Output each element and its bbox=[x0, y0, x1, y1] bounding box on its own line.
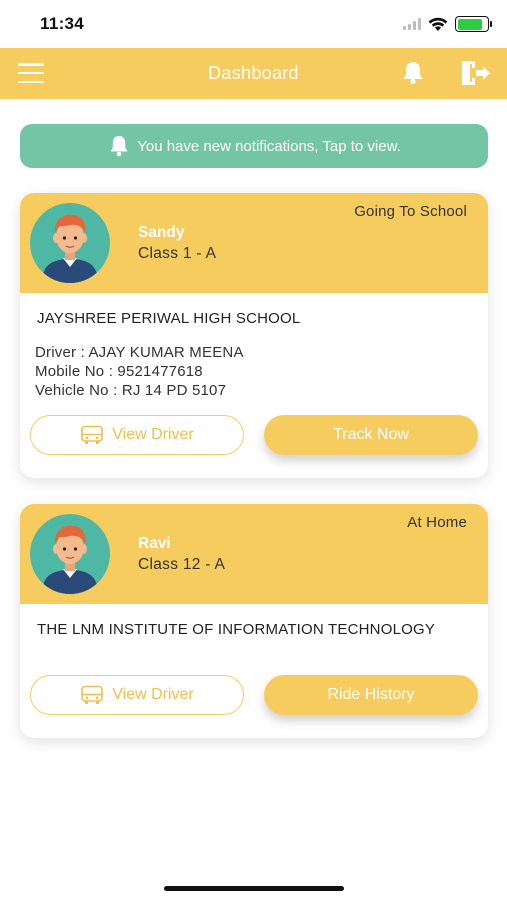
student-card-header: Ravi Class 12 - A At Home bbox=[20, 504, 488, 604]
bell-icon bbox=[110, 136, 128, 157]
logout-icon[interactable] bbox=[460, 60, 492, 86]
student-name: Sandy bbox=[138, 224, 185, 241]
avatar bbox=[30, 514, 110, 594]
battery-level-fill bbox=[457, 18, 483, 30]
battery-charging-icon bbox=[455, 16, 492, 32]
view-driver-label: View Driver bbox=[112, 686, 194, 703]
view-driver-button[interactable]: View Driver bbox=[30, 415, 244, 455]
bell-icon[interactable] bbox=[400, 60, 426, 86]
page-title: Dashboard bbox=[208, 63, 299, 83]
student-card-header: Sandy Class 1 - A Going To School bbox=[20, 193, 488, 293]
vehicle-number: Vehicle No : RJ 14 PD 5107 bbox=[35, 382, 227, 399]
notification-banner[interactable]: You have new notifications, Tap to view. bbox=[20, 124, 488, 168]
driver-mobile: Mobile No : 9521477618 bbox=[35, 363, 203, 380]
track-now-button[interactable]: Track Now bbox=[264, 415, 478, 455]
student-card: Ravi Class 12 - A At Home THE LNM INSTIT… bbox=[20, 504, 488, 738]
signal-icon bbox=[403, 18, 421, 30]
notification-text: You have new notifications, Tap to view. bbox=[137, 137, 401, 155]
home-indicator bbox=[164, 886, 344, 891]
student-card: Sandy Class 1 - A Going To School JAYSHR… bbox=[20, 193, 488, 478]
bus-icon bbox=[81, 685, 104, 704]
driver-name: Driver : AJAY KUMAR MEENA bbox=[35, 344, 244, 361]
app-header: Dashboard bbox=[0, 48, 507, 99]
student-name: Ravi bbox=[138, 535, 171, 552]
status-bar: 11:34 bbox=[0, 0, 507, 48]
view-driver-label: View Driver bbox=[112, 426, 194, 443]
bus-icon bbox=[81, 425, 104, 444]
status-icons bbox=[403, 16, 492, 32]
school-name: JAYSHREE PERIWAL HIGH SCHOOL bbox=[37, 310, 301, 327]
status-badge: Going To School bbox=[354, 203, 467, 220]
status-time: 11:34 bbox=[40, 14, 85, 33]
avatar bbox=[30, 203, 110, 283]
view-driver-button[interactable]: View Driver bbox=[30, 675, 244, 715]
student-class: Class 1 - A bbox=[138, 245, 217, 262]
school-name: THE LNM INSTITUTE OF INFORMATION TECHNOL… bbox=[37, 621, 436, 638]
status-badge: At Home bbox=[407, 514, 467, 531]
ride-history-button[interactable]: Ride History bbox=[264, 675, 478, 715]
wifi-icon bbox=[428, 17, 448, 31]
driver-info: Driver : AJAY KUMAR MEENA Mobile No : 95… bbox=[35, 343, 244, 400]
student-class: Class 12 - A bbox=[138, 556, 226, 573]
